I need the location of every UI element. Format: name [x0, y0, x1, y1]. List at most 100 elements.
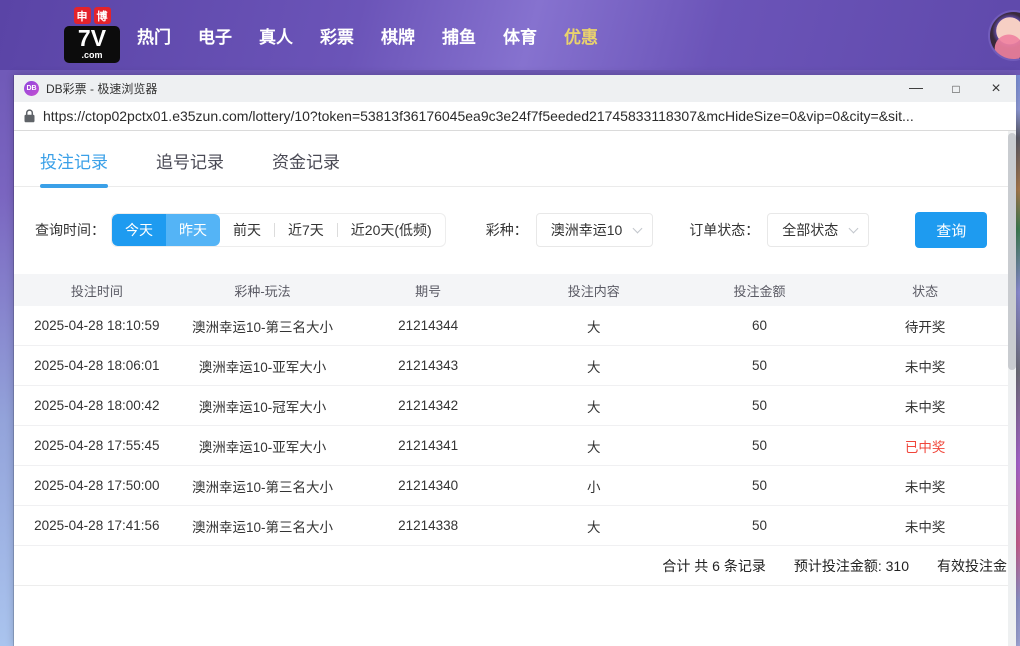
cell-content: 大 — [587, 519, 601, 535]
summary-valid-amount: 有效投注金 — [937, 557, 1007, 574]
cell-content: 小 — [587, 479, 601, 495]
cell-amount: 50 — [751, 358, 767, 373]
table-row: 2025-04-28 18:06:01 澳洲幸运10-亚军大小 21214343 大 5… — [14, 346, 1008, 386]
column-header-5: 投注金额 — [733, 283, 786, 299]
nav-item-8[interactable]: 优惠 — [564, 23, 598, 48]
cell-content: 大 — [587, 359, 601, 375]
time-option-3[interactable]: 前天 — [220, 214, 274, 246]
nav-item-3[interactable]: 真人 — [259, 23, 293, 48]
table-row: 2025-04-28 18:10:59 澳洲幸运10-第三名大小 21214344 大… — [14, 306, 1008, 346]
nav-item-7[interactable]: 体育 — [503, 23, 537, 48]
filter-bar: 查询时间： 今天 昨天 前天 近7天 近20天(低频) 彩种： 澳洲幸运10 订单状态：… — [35, 212, 1008, 248]
lottery-filter-label: 彩种： — [485, 222, 528, 238]
column-header-4: 投注内容 — [567, 283, 620, 299]
logo-badge-shen: 申 — [73, 7, 91, 24]
logo-badges: 申 博 — [64, 7, 120, 24]
cell-time: 2025-04-28 17:41:56 — [34, 518, 160, 533]
order-status-select[interactable]: 全部状态 — [767, 213, 870, 247]
cell-status: 待开奖 — [904, 319, 946, 335]
minimize-button[interactable]: — — [896, 75, 936, 102]
browser-window: DB DB彩票 - 极速浏览器 — □ × https://ctop02pctx… — [14, 75, 1016, 646]
summary-row: 合计 共 6 条记录 预计投注金额: 310 有效投注金 — [14, 546, 1008, 586]
table-row: 2025-04-28 18:00:42 澳洲幸运10-冠军大小 21214342 大 5… — [14, 386, 1008, 426]
cell-amount: 50 — [751, 438, 767, 453]
time-range-group: 今天 昨天 前天 近7天 近20天(低频) — [111, 213, 446, 247]
table-header-row: 投注时间 彩种-玩法 期号 投注内容 投注金额 状态 — [14, 274, 1008, 306]
window-title: DB彩票 - 极速浏览器 — [46, 82, 158, 96]
cell-amount: 60 — [751, 318, 767, 333]
table-row: 2025-04-28 17:50:00 澳洲幸运10-第三名大小 21214340 小… — [14, 466, 1008, 506]
logo-mark: 7V .com — [64, 26, 120, 63]
nav-item-1[interactable]: 热门 — [137, 23, 171, 48]
order-status-label: 订单状态： — [689, 222, 760, 238]
cell-content: 大 — [587, 439, 601, 455]
tab-1[interactable]: 投注记录 — [40, 148, 108, 188]
cell-game: 澳洲幸运10-亚军大小 — [198, 359, 327, 375]
column-header-1: 投注时间 — [70, 283, 123, 299]
nav-item-5[interactable]: 棋牌 — [381, 23, 415, 48]
cell-amount: 50 — [751, 398, 767, 413]
cell-issue: 21214343 — [398, 358, 459, 373]
chevron-down-icon — [848, 223, 859, 233]
lottery-select-value: 澳洲幸运10 — [550, 222, 623, 238]
app-icon: DB — [24, 81, 39, 96]
close-button[interactable]: × — [976, 75, 1016, 102]
background-page-sliver — [1016, 75, 1020, 646]
nav-item-4[interactable]: 彩票 — [320, 23, 354, 48]
nav-item-6[interactable]: 捕鱼 — [442, 23, 476, 48]
site-logo[interactable]: 申 博 7V .com — [64, 7, 120, 63]
chevron-down-icon — [632, 223, 643, 233]
site-navbar: 申 博 7V .com 热门 电子 真人 彩票 棋牌 捕鱼 体育 优惠 — [0, 0, 1020, 70]
maximize-button[interactable]: □ — [936, 75, 976, 102]
column-header-3: 期号 — [415, 283, 442, 299]
cell-amount: 50 — [751, 518, 767, 533]
logo-text: 7V — [77, 25, 107, 51]
lock-icon — [24, 109, 35, 123]
cell-status: 未中奖 — [904, 399, 946, 415]
cell-game: 澳洲幸运10-亚军大小 — [198, 439, 327, 455]
logo-badge-bo: 博 — [93, 7, 111, 24]
cell-time: 2025-04-28 17:55:45 — [34, 438, 160, 453]
cell-content: 大 — [587, 399, 601, 415]
record-tabs: 投注记录 追号记录 资金记录 — [14, 131, 1008, 188]
column-header-2: 彩种-玩法 — [234, 283, 291, 299]
table-row: 2025-04-28 17:41:56 澳洲幸运10-第三名大小 21214338 大… — [14, 506, 1008, 546]
query-button[interactable]: 查询 — [915, 212, 988, 248]
time-option-5[interactable]: 近20天(低频) — [338, 214, 445, 246]
time-option-4[interactable]: 近7天 — [275, 214, 337, 246]
cell-game: 澳洲幸运10-第三名大小 — [191, 479, 333, 495]
window-controls: — □ × — [896, 75, 1016, 102]
cell-amount: 50 — [751, 478, 767, 493]
cell-time: 2025-04-28 18:06:01 — [34, 358, 160, 373]
time-filter-label: 查询时间： — [35, 222, 105, 238]
tab-2[interactable]: 追号记录 — [156, 148, 224, 186]
site-menu: 热门 电子 真人 彩票 棋牌 捕鱼 体育 优惠 — [137, 23, 598, 48]
time-option-2[interactable]: 昨天 — [166, 214, 220, 246]
logo-domain-suffix: .com — [81, 50, 103, 60]
cell-time: 2025-04-28 18:10:59 — [34, 318, 160, 333]
tab-3[interactable]: 资金记录 — [272, 148, 340, 186]
cell-status: 未中奖 — [904, 479, 946, 495]
cell-time: 2025-04-28 18:00:42 — [34, 398, 160, 413]
cell-status: 未中奖 — [904, 519, 946, 535]
cell-status: 未中奖 — [904, 359, 946, 375]
scrollbar-track[interactable] — [1008, 131, 1016, 646]
page-content: 投注记录 追号记录 资金记录 查询时间： 今天 昨天 前天 近7天 近20天(低频) 彩种：… — [14, 131, 1016, 646]
user-avatar[interactable] — [990, 12, 1020, 59]
lottery-select[interactable]: 澳洲幸运10 — [535, 213, 654, 247]
cell-issue: 21214338 — [398, 518, 459, 533]
cell-game: 澳洲幸运10-第三名大小 — [191, 319, 333, 335]
table-row: 2025-04-28 17:55:45 澳洲幸运10-亚军大小 21214341 大 5… — [14, 426, 1008, 466]
summary-expected-amount: 预计投注金额: 310 — [793, 557, 909, 574]
cell-time: 2025-04-28 17:50:00 — [34, 478, 160, 493]
nav-item-2[interactable]: 电子 — [198, 23, 232, 48]
cell-issue: 21214340 — [398, 478, 459, 493]
scrollbar-thumb[interactable] — [1008, 133, 1016, 370]
cell-issue: 21214344 — [398, 318, 459, 333]
column-header-6: 状态 — [912, 283, 939, 299]
window-titlebar[interactable]: DB DB彩票 - 极速浏览器 — □ × — [14, 75, 1016, 102]
address-bar[interactable]: https://ctop02pctx01.e35zun.com/lottery/… — [14, 102, 1016, 131]
cell-status: 已中奖 — [904, 439, 946, 455]
order-status-value: 全部状态 — [782, 222, 839, 238]
time-option-1[interactable]: 今天 — [112, 214, 166, 246]
